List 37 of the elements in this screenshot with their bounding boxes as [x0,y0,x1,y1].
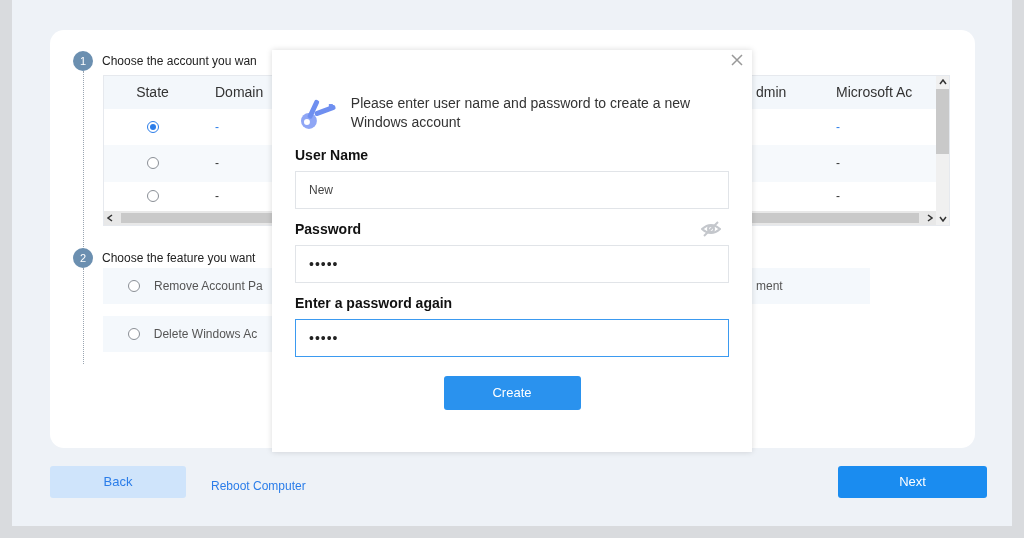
scroll-down-icon[interactable] [938,216,947,222]
table-cell-text: - [214,118,220,136]
input-field[interactable]: ••••• [295,319,729,357]
input-field[interactable]: New [295,171,729,209]
step-number: 2 [73,248,93,268]
radio-button[interactable] [128,328,140,340]
field-label: User Name [295,145,369,165]
scroll-up-icon[interactable] [938,79,947,85]
next-button[interactable]: Next [838,466,987,498]
scroll-right-icon[interactable] [927,214,933,223]
field-label: Enter a password again [295,293,453,313]
step-title: Choose the account you wan [102,53,257,70]
table-cell-text: - [214,188,220,206]
input-field[interactable]: ••••• [295,245,729,283]
table-cell-text: - [214,155,220,173]
dialog-message: Please enter user name and password to create a new Windows account [350,94,692,132]
column-header: Microsoft Ac [836,82,914,102]
hide-password-icon[interactable] [701,221,721,237]
step-title: Choose the feature you want [102,250,256,267]
back-button[interactable]: Back [50,466,186,498]
step-number: 1 [73,51,93,71]
column-header: Domain [214,82,265,102]
column-header: State [135,82,170,102]
radio-button[interactable] [146,190,159,203]
table-cell-text: - [836,188,841,206]
radio-button[interactable] [146,120,159,133]
reboot-link[interactable]: Reboot Computer [211,477,306,495]
table-cell-text: - [836,155,841,173]
field-label: Password [295,219,362,239]
close-icon[interactable] [731,54,743,66]
scroll-left-icon[interactable] [107,214,113,223]
radio-button[interactable] [146,157,159,170]
radio-button[interactable] [128,280,140,292]
vertical-scrollbar[interactable] [936,76,949,225]
table-cell-text: - [836,118,841,136]
create-button[interactable]: Create [443,376,581,410]
column-header: dmin [755,82,788,102]
